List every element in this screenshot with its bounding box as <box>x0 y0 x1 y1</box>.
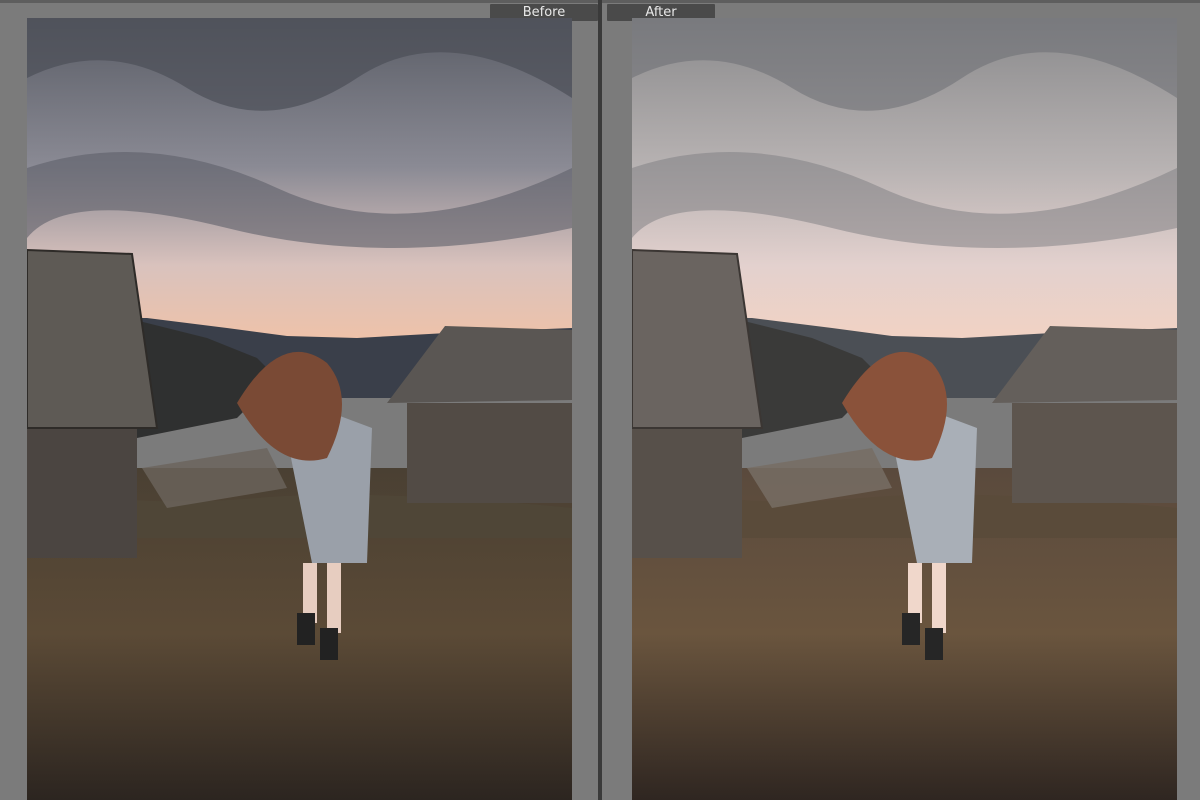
panel-divider[interactable] <box>598 0 602 800</box>
after-photo <box>632 18 1177 800</box>
before-image-panel[interactable] <box>27 18 572 800</box>
before-photo <box>27 18 572 800</box>
after-image-panel[interactable] <box>632 18 1177 800</box>
compare-view: Before After <box>0 0 1200 800</box>
